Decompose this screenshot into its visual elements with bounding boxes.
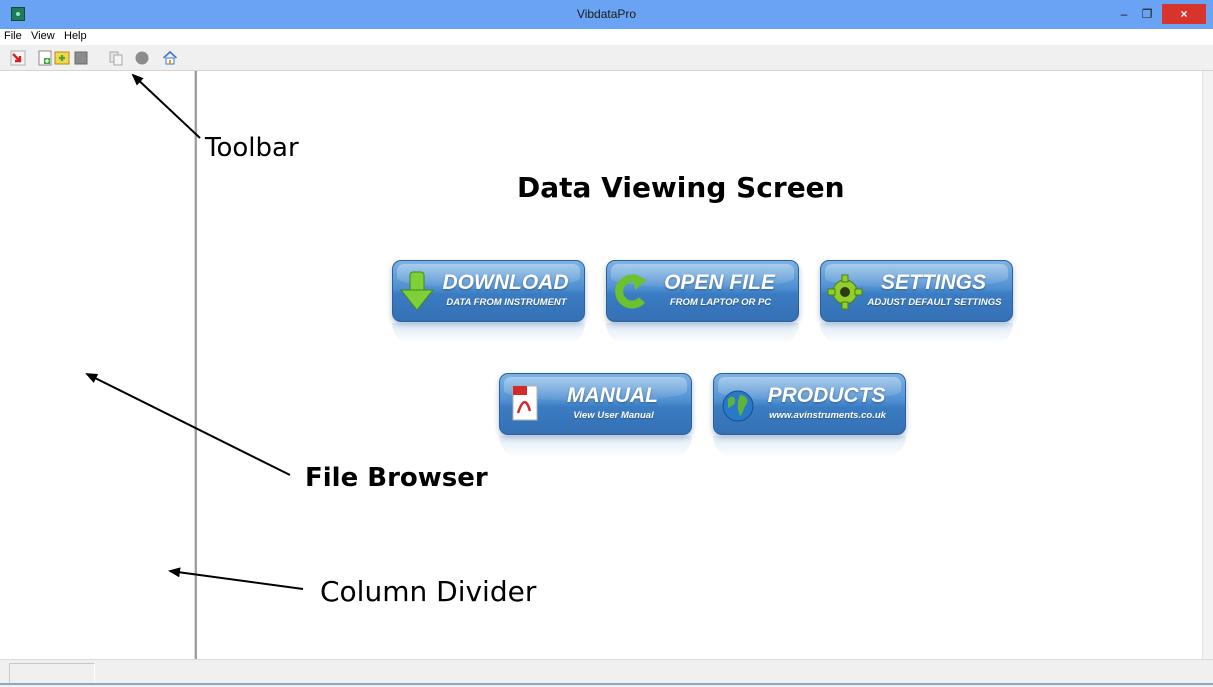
close-button[interactable]: × (1162, 4, 1206, 24)
manual-title: MANUAL (567, 384, 658, 407)
title-bar[interactable]: VibdataPro – ❐ × (0, 0, 1213, 29)
file-browser-panel[interactable] (0, 71, 194, 659)
vertical-scrollbar[interactable] (1202, 71, 1213, 659)
window-title: VibdataPro (576, 7, 637, 21)
copy-icon[interactable] (108, 50, 124, 66)
products-title: PRODUCTS (767, 384, 886, 407)
manual-button[interactable]: MANUAL View User Manual (499, 373, 692, 435)
pdf-icon (512, 385, 538, 421)
settings-reflection (820, 323, 1013, 345)
annotation-column-divider: Column Divider (320, 575, 537, 608)
restore-button[interactable]: ❐ (1136, 4, 1158, 24)
menu-help[interactable]: Help (64, 30, 87, 42)
download-reflection (392, 323, 585, 345)
products-subtitle: www.avinstruments.co.uk (769, 410, 886, 421)
download-arrow-icon (399, 271, 435, 311)
toolbar (0, 45, 1213, 71)
data-viewing-panel (197, 71, 1202, 659)
settings-title: SETTINGS (880, 271, 986, 294)
products-reflection (713, 436, 906, 458)
settings-subtitle: ADJUST DEFAULT SETTINGS (867, 297, 1002, 308)
minimize-button[interactable]: – (1113, 4, 1135, 24)
products-button[interactable]: PRODUCTS www.avinstruments.co.uk (713, 373, 906, 435)
exit-icon[interactable] (10, 50, 26, 66)
menu-bar: File View Help (0, 29, 1213, 45)
globe-icon (722, 390, 754, 422)
home-icon[interactable] (162, 50, 178, 66)
open-file-reflection (606, 323, 799, 345)
annotation-file-browser: File Browser (305, 463, 488, 493)
open-file-subtitle: FROM LAPTOP OR PC (669, 297, 772, 308)
record-icon[interactable] (134, 50, 150, 66)
gear-icon (827, 274, 863, 310)
manual-subtitle: View User Manual (573, 410, 654, 421)
refresh-arrow-icon (615, 274, 647, 309)
stop-icon[interactable] (73, 50, 89, 66)
new-file-icon[interactable] (37, 50, 53, 66)
open-file-title: OPEN FILE (664, 271, 775, 294)
add-file-icon[interactable] (54, 50, 70, 66)
settings-button[interactable]: SETTINGS ADJUST DEFAULT SETTINGS (820, 260, 1013, 322)
annotation-data-viewing-screen: Data Viewing Screen (517, 171, 845, 204)
menu-file[interactable]: File (4, 30, 22, 42)
download-title: DOWNLOAD (442, 271, 569, 294)
download-button[interactable]: DOWNLOAD DATA FROM INSTRUMENT (392, 260, 585, 322)
download-subtitle: DATA FROM INSTRUMENT (446, 297, 567, 308)
annotation-toolbar: Toolbar (205, 133, 299, 163)
manual-reflection (499, 436, 692, 458)
bottom-border (0, 683, 1213, 685)
menu-view[interactable]: View (31, 30, 55, 42)
status-pane (9, 663, 95, 684)
open-file-button[interactable]: OPEN FILE FROM LAPTOP OR PC (606, 260, 799, 322)
